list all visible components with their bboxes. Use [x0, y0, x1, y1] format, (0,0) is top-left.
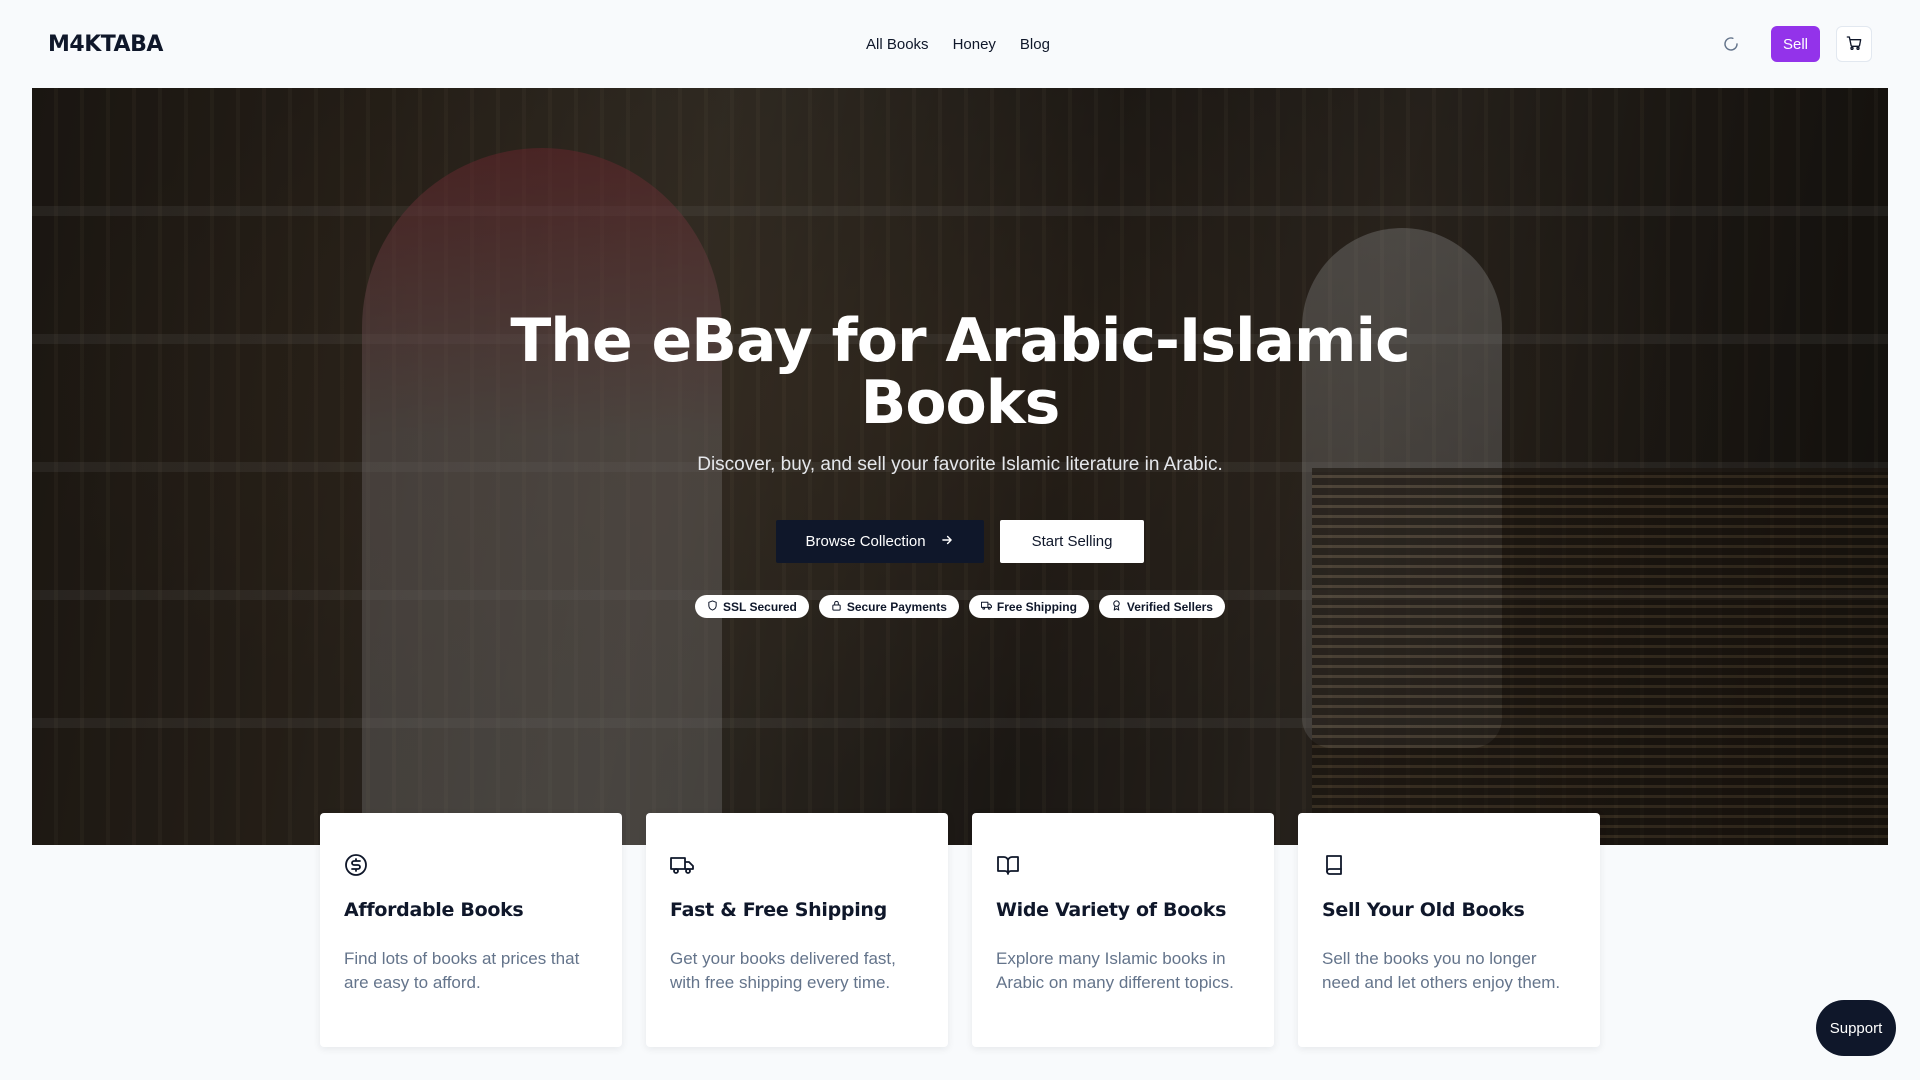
nav-link-all-books[interactable]: All Books	[866, 36, 929, 53]
feature-card-affordable: Affordable Books Find lots of books at p…	[320, 813, 622, 1047]
trust-badges: SSL Secured Secure Payments Free Shippin…	[695, 595, 1225, 618]
start-selling-button[interactable]: Start Selling	[999, 520, 1145, 563]
badge-verified-sellers: Verified Sellers	[1098, 595, 1225, 618]
feature-description: Explore many Islamic books in Arabic on …	[996, 949, 1234, 992]
open-book-icon	[996, 853, 1020, 877]
browse-collection-button[interactable]: Browse Collection	[775, 520, 984, 563]
truck-icon	[670, 853, 694, 877]
hero-section: The eBay for Arabic-Islamic Books Discov…	[32, 88, 1888, 845]
feature-title: Fast & Free Shipping	[670, 899, 887, 921]
hero-subtitle: Discover, buy, and sell your favorite Is…	[697, 454, 1223, 475]
badge-label: Secure Payments	[846, 599, 947, 614]
shield-icon	[707, 599, 718, 614]
lock-icon	[831, 600, 842, 614]
badge-label: Verified Sellers	[1126, 599, 1213, 614]
badge-ssl-secured: SSL Secured	[695, 595, 809, 618]
hero-buttons: Browse Collection Start Selling	[775, 520, 1145, 563]
hero-title: The eBay for Arabic-Islamic Books	[510, 306, 1410, 438]
badge-secure-payments: Secure Payments	[818, 595, 959, 618]
dollar-circle-icon	[344, 853, 368, 877]
feature-description: Sell the books you no longer need and le…	[1322, 949, 1561, 992]
support-button[interactable]: Support	[1816, 1000, 1896, 1056]
feature-title: Wide Variety of Books	[996, 899, 1227, 921]
browse-collection-label: Browse Collection	[805, 533, 926, 550]
site-logo[interactable]: M4KTABA	[48, 32, 163, 57]
feature-description: Get your books delivered fast, with free…	[670, 949, 896, 992]
truck-icon	[980, 600, 992, 614]
feature-card-sell: Sell Your Old Books Sell the books you n…	[1298, 813, 1600, 1047]
feature-cards: Affordable Books Find lots of books at p…	[320, 813, 1600, 1047]
nav-link-honey[interactable]: Honey	[953, 36, 996, 53]
cart-icon	[1846, 35, 1862, 54]
site-header: M4KTABA All Books Honey Blog Sell	[0, 0, 1920, 88]
main-nav: All Books Honey Blog	[0, 0, 1920, 88]
badge-label: SSL Secured	[723, 599, 797, 614]
cart-button[interactable]	[1836, 26, 1872, 62]
header-actions: Sell	[1721, 26, 1872, 62]
arrow-right-icon	[940, 533, 954, 551]
hero-content: The eBay for Arabic-Islamic Books Discov…	[32, 88, 1888, 845]
nav-link-blog[interactable]: Blog	[1020, 36, 1050, 53]
feature-title: Sell Your Old Books	[1322, 899, 1525, 921]
badge-free-shipping: Free Shipping	[968, 595, 1089, 618]
feature-card-shipping: Fast & Free Shipping Get your books deli…	[646, 813, 948, 1047]
feature-title: Affordable Books	[344, 899, 524, 921]
feature-description: Find lots of books at prices that are ea…	[344, 949, 580, 992]
award-icon	[1111, 599, 1122, 614]
loader-icon	[1721, 34, 1741, 54]
book-icon	[1322, 853, 1346, 877]
sell-button[interactable]: Sell	[1770, 26, 1820, 62]
feature-card-variety: Wide Variety of Books Explore many Islam…	[972, 813, 1274, 1047]
badge-label: Free Shipping	[996, 599, 1077, 614]
